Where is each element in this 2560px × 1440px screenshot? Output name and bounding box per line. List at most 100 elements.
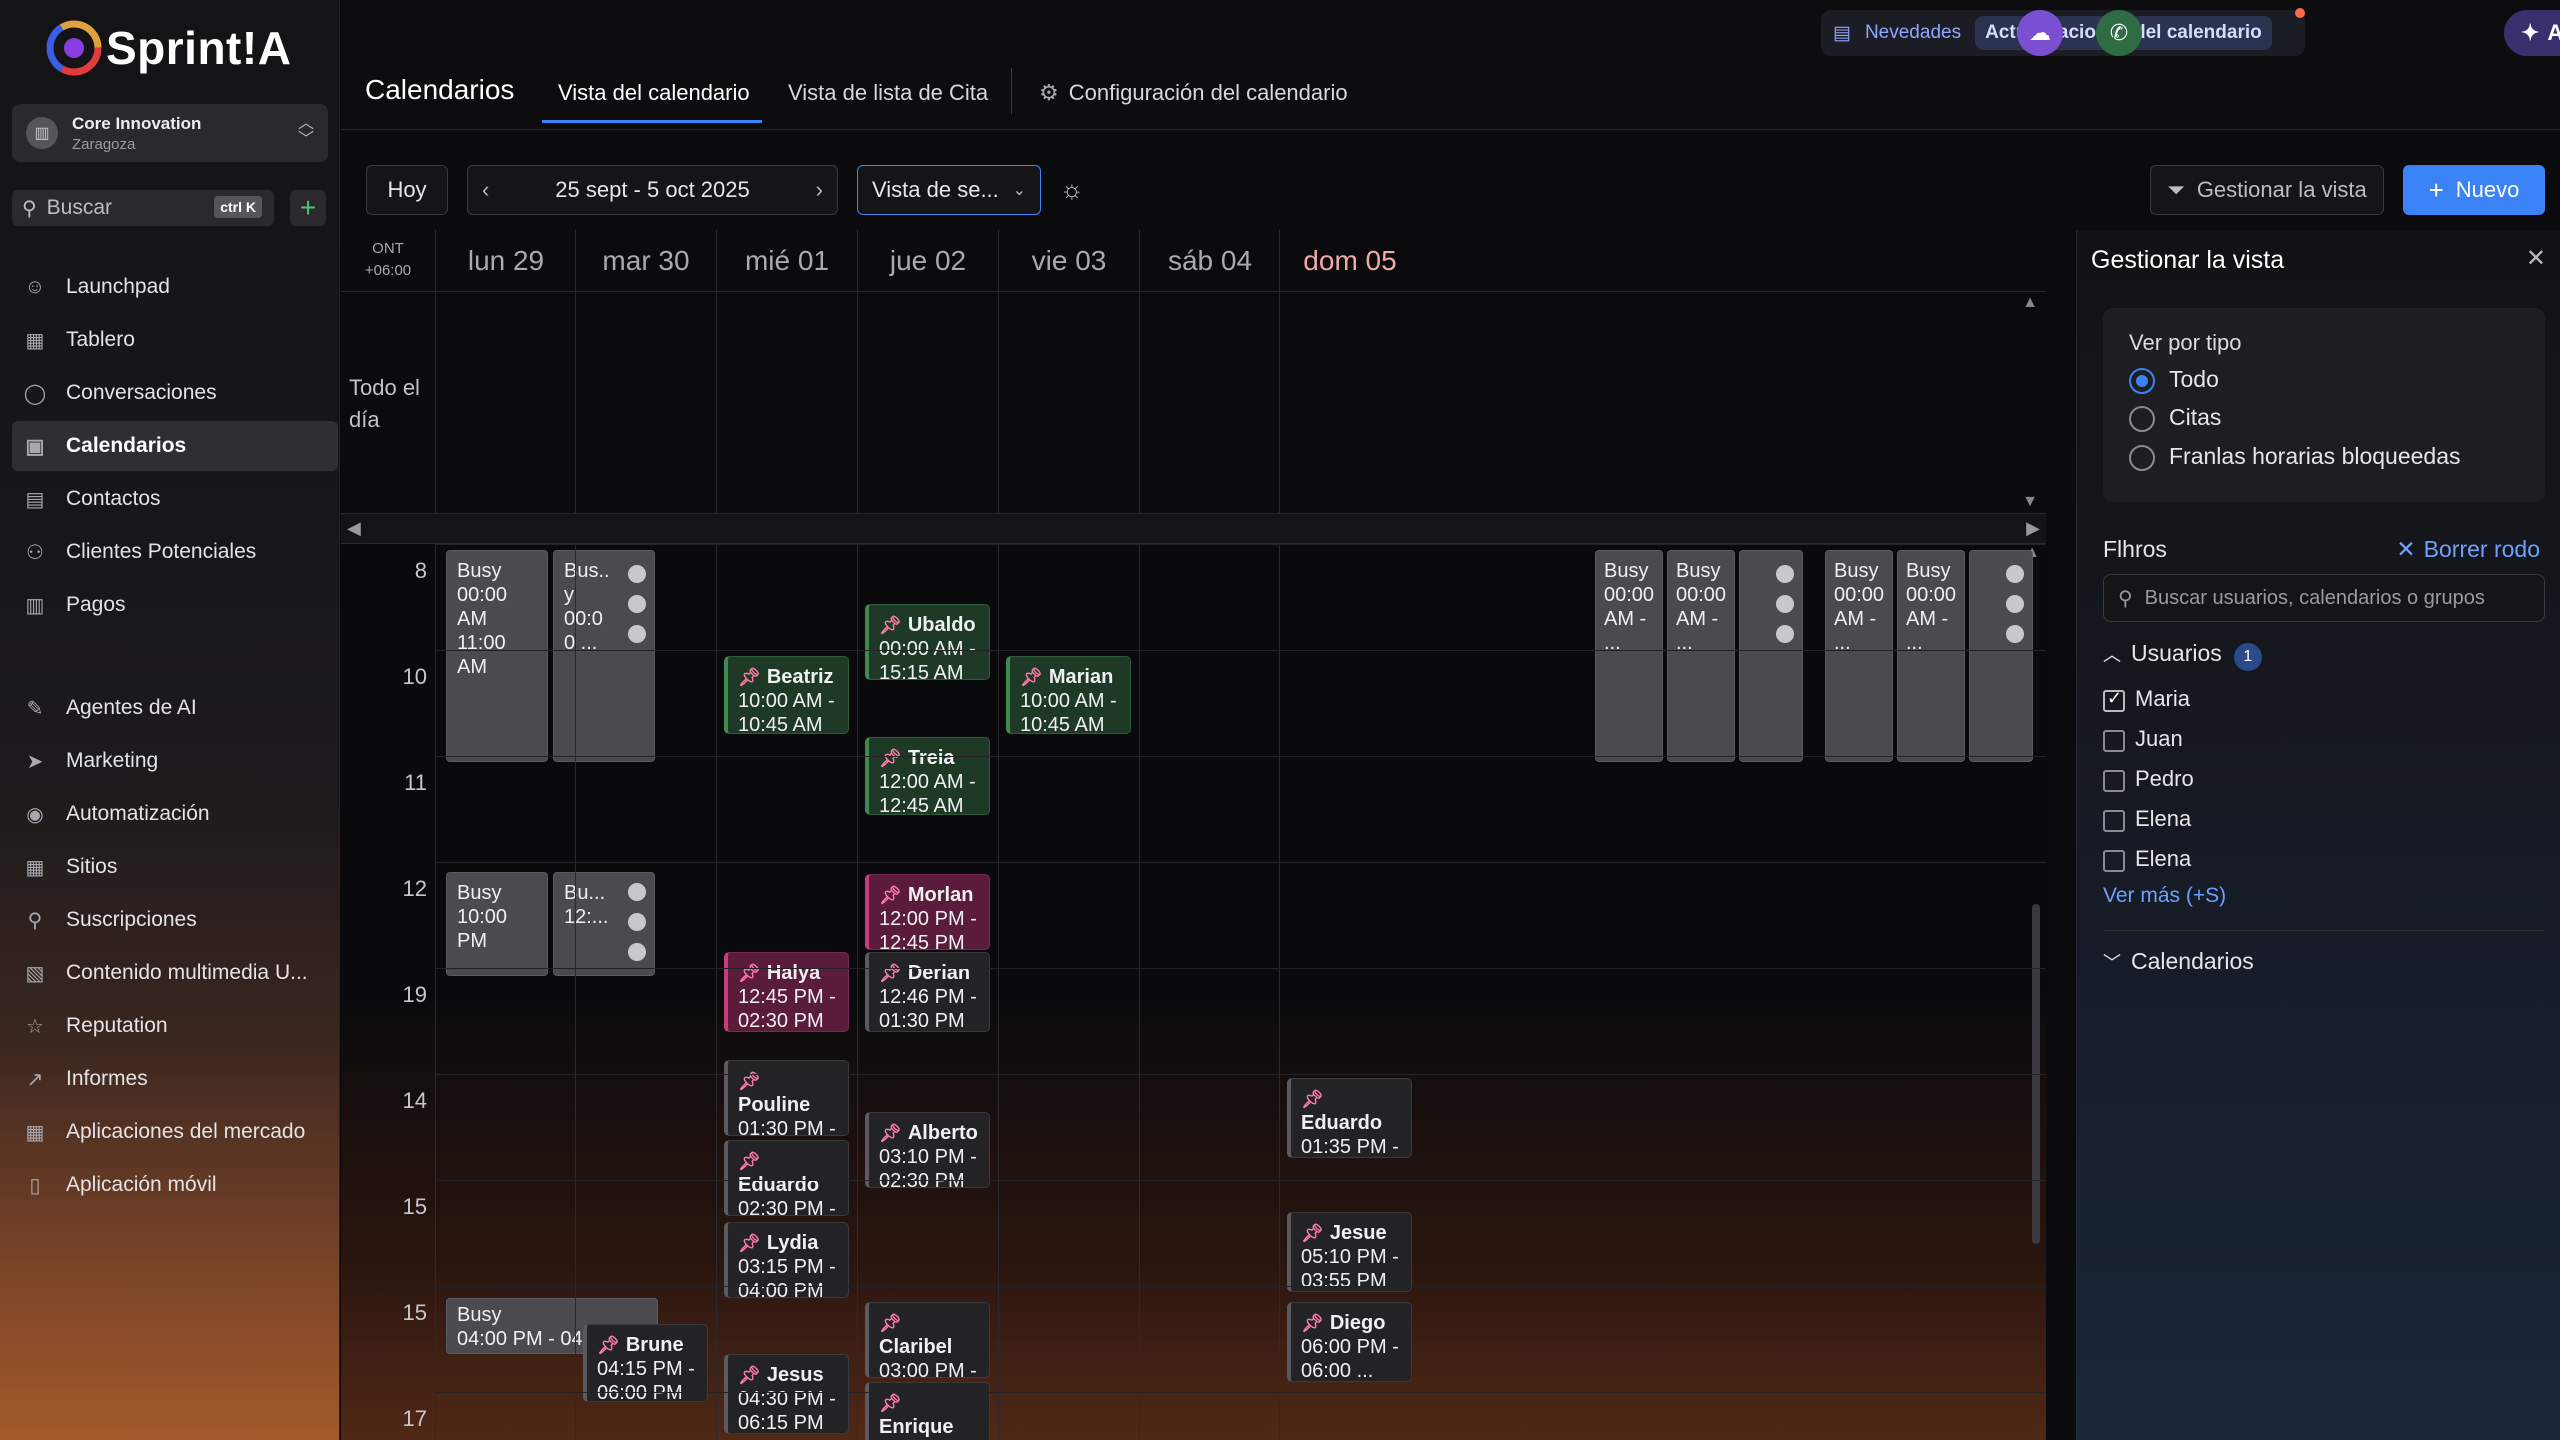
brand-logo[interactable]: Sprint!A <box>46 20 291 76</box>
tab-calendar-view[interactable]: Vista del calendario <box>558 80 750 106</box>
calendar-event[interactable]: 📌︎ Marian 10:00 AM - 10:45 AM <box>1006 656 1131 734</box>
quick-add-button[interactable]: + <box>290 190 326 226</box>
user-checkbox-label[interactable]: Elena <box>2135 846 2191 872</box>
day-header[interactable]: dom 05 <box>1279 230 1420 292</box>
busy-title: Busy <box>1604 560 1649 582</box>
user-checkbox-label[interactable]: Pedro <box>2135 766 2194 792</box>
sidebar-item-conversaciones[interactable]: ◯ Conversaciones <box>12 368 338 418</box>
busy-block[interactable] <box>1969 550 2033 762</box>
calendar-event[interactable]: 📌︎Pouline01:30 PM - 02:30 PM <box>724 1060 849 1136</box>
calendar-event[interactable]: 📌︎Enrique06:40 PM - 06:30 ... <box>865 1382 990 1440</box>
day-header[interactable]: jue 02 <box>857 230 998 292</box>
tab-appointment-list[interactable]: Vista de lista de Cita <box>788 80 988 106</box>
calendar-event[interactable]: 📌︎ Jesue 05:10 PM - 03:55 PM <box>1287 1212 1412 1292</box>
busy-block[interactable]: Bus.. y 00:0 0 ... <box>553 550 655 762</box>
busy-block[interactable]: Busy 00:00 AM - ... <box>1897 550 1965 762</box>
sidebar-item-launchpad[interactable]: ☺ Launchpad <box>12 262 338 312</box>
radio-citas-label[interactable]: Citas <box>2169 404 2221 431</box>
user-checkbox-label[interactable]: Maria <box>2135 686 2190 712</box>
day-header[interactable]: sáb 04 <box>1139 230 1280 292</box>
chevron-right-icon[interactable]: › <box>816 177 823 203</box>
sidebar-item-reputation[interactable]: ☆ Reputation <box>12 1001 338 1051</box>
busy-block[interactable]: Busy 00:00 AM 11:00 AM <box>446 550 548 762</box>
calendar-event[interactable]: 📌︎ Ubaldo 00:00 AM - 15:15 AM <box>865 604 990 680</box>
magic-icon[interactable]: ☁ <box>2017 10 2063 56</box>
calendar-event[interactable]: 📌︎ Eduardo01:35 PM - 02:30 PM <box>1287 1078 1412 1158</box>
radio-blocked[interactable] <box>2129 445 2155 471</box>
user-checkbox[interactable] <box>2103 770 2125 792</box>
sidebar-item-clientes-potenciales[interactable]: ⚇ Clientes Potenciales <box>12 527 338 577</box>
scroll-left-icon[interactable]: ◀ <box>347 518 361 539</box>
sidebar-item-pagos[interactable]: ▥ Pagos <box>12 580 338 630</box>
busy-block[interactable]: Busy 00:00 AM - ... <box>1595 550 1663 762</box>
phone-icon[interactable]: ✆ <box>2096 10 2142 56</box>
day-header[interactable]: mié 01 <box>716 230 857 292</box>
calendar-event[interactable]: 📌︎ Alberto 03:10 PM - 02:30 PM <box>865 1112 990 1188</box>
horizontal-scrollbar[interactable]: ◀ ▶ <box>341 514 2046 544</box>
user-checkbox[interactable] <box>2103 730 2125 752</box>
calendar-event[interactable]: 📌︎ Derian 12:46 PM - 01:30 PM <box>865 952 990 1032</box>
calendars-section-toggle[interactable]: ﹀ Calendarios <box>2103 948 2254 975</box>
lightbulb-icon[interactable]: ☼ <box>1060 174 1084 205</box>
new-button[interactable]: + Nuevo <box>2403 165 2545 215</box>
today-button[interactable]: Hoy <box>366 165 448 215</box>
sidebar-item-automatización[interactable]: ◉ Automatización <box>12 789 338 839</box>
calendar-event[interactable]: 📌︎ Eduardo 02:30 PM - 04:10 PM <box>724 1140 849 1216</box>
sidebar-item-marketing[interactable]: ➤ Marketing <box>12 736 338 786</box>
busy-block[interactable]: Busy 00:00 AM - ... <box>1667 550 1735 762</box>
sidebar-search[interactable]: ⚲ Buscar ctrl K <box>12 190 274 226</box>
radio-todo[interactable] <box>2129 368 2155 394</box>
radio-citas[interactable] <box>2129 406 2155 432</box>
users-section-toggle[interactable]: ︿ Usuarios 1 <box>2103 640 2262 671</box>
scroll-down-icon[interactable]: ▼ <box>2022 493 2038 511</box>
sidebar-item-contenido-multimedia-u-[interactable]: ▧ Contenido multimedia U... <box>12 948 338 998</box>
sidebar-item-tablero[interactable]: ▦ Tablero <box>12 315 338 365</box>
busy-block[interactable]: Busy 00:00 AM - ... <box>1825 550 1893 762</box>
radio-todo-label[interactable]: Todo <box>2169 366 2219 393</box>
sidebar-item-sitios[interactable]: ▦ Sitios <box>12 842 338 892</box>
clear-all-link[interactable]: ✕ Borrer rodo <box>2396 536 2540 563</box>
close-icon[interactable]: ✕ <box>2526 244 2546 273</box>
calendar-event[interactable]: 📌︎ Treia 12:00 AM - 12:45 AM <box>865 737 990 815</box>
calendar-event[interactable]: 📌︎ Diego 06:00 PM - 06:00 ... <box>1287 1302 1412 1382</box>
day-header[interactable]: mar 30 <box>575 230 716 292</box>
user-checkbox-label[interactable]: Elena <box>2135 806 2191 832</box>
scroll-up-icon[interactable]: ▲ <box>2022 294 2038 312</box>
view-select[interactable]: Vista de se... ⌄ <box>857 165 1041 215</box>
sidebar-item-agentes-de-ai[interactable]: ✎ Agentes de AI <box>12 683 338 733</box>
calendar-event[interactable]: 📌︎ Brune 04:15 PM - 06:00 PM <box>583 1324 708 1402</box>
calendar-event[interactable]: 📌︎ Jesus 04:30 PM - 06:15 PM <box>724 1354 849 1434</box>
day-header[interactable]: vie 03 <box>998 230 1139 292</box>
sidebar-item-calendarios[interactable]: ▣ Calendarios <box>12 421 338 471</box>
date-range-picker[interactable]: ‹ 25 sept - 5 oct 2025 › <box>467 165 838 215</box>
sidebar-item-aplicación-móvil[interactable]: ▯ Aplicación móvil <box>12 1160 338 1210</box>
panel-search-input[interactable]: ⚲ Buscar usuarios, calendarios o grupos <box>2103 574 2545 622</box>
news-banner[interactable]: ▤ Nevedades Actualizaciones del calendar… <box>1821 8 2305 56</box>
user-checkbox-label[interactable]: Juan <box>2135 726 2183 752</box>
user-checkbox[interactable] <box>2103 688 2125 712</box>
calendar-event[interactable]: 📌︎ Beatriz 10:00 AM - 10:45 AM <box>724 656 849 734</box>
day-header[interactable]: lun 29 <box>435 230 576 292</box>
tab-calendar-settings[interactable]: ⚙ Configuración del calendario <box>1039 80 1348 106</box>
chevron-left-icon[interactable]: ‹ <box>482 177 489 203</box>
user-checkbox[interactable] <box>2103 810 2125 832</box>
sidebar-item-aplicaciones-del-mercado[interactable]: ▦ Aplicaciones del mercado <box>12 1107 338 1157</box>
account-switcher[interactable]: ▥ Core Innovation Zaragoza ︿ ﹀ <box>12 104 328 162</box>
manage-view-button[interactable]: ⏷ Gestionar la vista <box>2150 165 2384 215</box>
media-icon: ▧ <box>25 962 45 985</box>
busy-block[interactable]: Busy 10:00 PM <box>446 872 548 976</box>
sidebar-item-informes[interactable]: ↗ Informes <box>12 1054 338 1104</box>
calendar-event[interactable]: 📌︎ Halya 12:45 PM - 02:30 PM <box>724 952 849 1032</box>
radio-blocked-label[interactable]: Franlas horarias bloqueedas <box>2169 443 2461 470</box>
busy-block[interactable]: Bu... 12:... <box>553 872 655 976</box>
calendar-event[interactable]: 📌︎ Claribel 03:00 PM - 03:45 ... <box>865 1302 990 1378</box>
see-more-link[interactable]: Ver más (+S) <box>2103 884 2226 908</box>
user-checkbox[interactable] <box>2103 850 2125 872</box>
day-column-divider <box>857 544 858 1440</box>
calendar-event[interactable]: 📌︎ Morlan 12:00 PM - 12:45 PM <box>865 874 990 950</box>
busy-block[interactable] <box>1739 550 1803 762</box>
sidebar-item-contactos[interactable]: ▤ Contactos <box>12 474 338 524</box>
sidebar-item-suscripciones[interactable]: ⚲ Suscripciones <box>12 895 338 945</box>
ask-ai-button[interactable]: ✦ Ask AI <box>2504 10 2560 56</box>
scroll-right-icon[interactable]: ▶ <box>2026 518 2040 539</box>
